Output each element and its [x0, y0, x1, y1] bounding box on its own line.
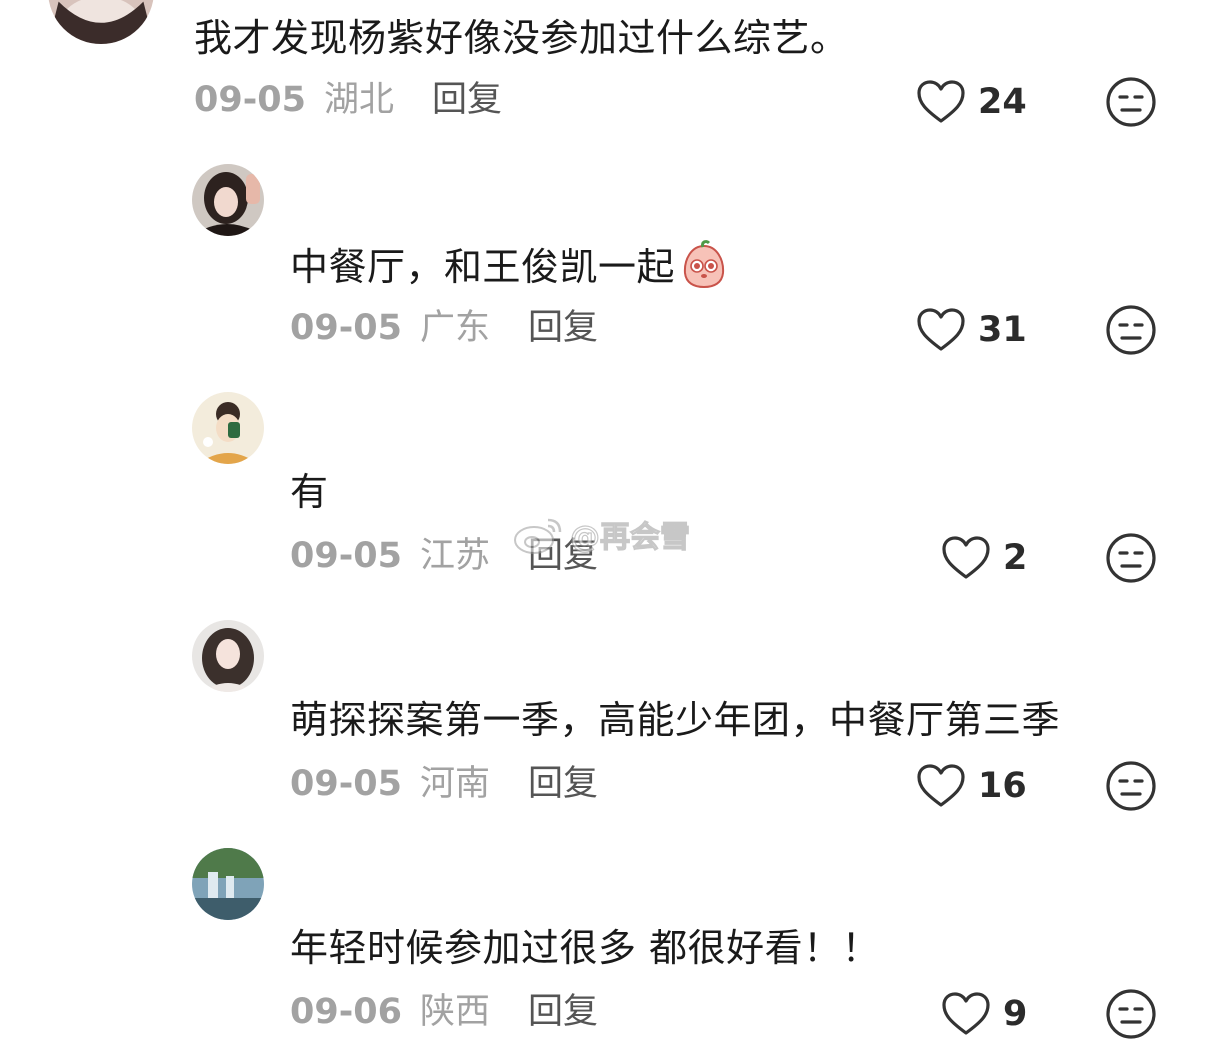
comment-text: 中餐厅，和王俊凯一起 — [290, 240, 729, 291]
like-count: 31 — [978, 310, 1027, 350]
watermark-text: @再会雪 — [569, 519, 690, 555]
comment-date: 09-05 — [290, 764, 402, 804]
comment-date: 09-05 — [290, 308, 402, 348]
meh-face-icon — [1106, 533, 1156, 583]
meh-face-icon — [1106, 77, 1156, 127]
reply-button[interactable]: 回复 — [528, 762, 598, 806]
like-button[interactable]: 9 — [941, 986, 1027, 1042]
comment-text: 我才发现杨紫好像没参加过什么综艺。 — [194, 16, 849, 60]
like-button[interactable]: 16 — [916, 758, 1027, 814]
avatar[interactable] — [48, 0, 154, 44]
weibo-icon — [514, 518, 562, 554]
dislike-button[interactable] — [1105, 76, 1157, 128]
comment-region: 陕西 — [420, 992, 491, 1032]
heart-outline-icon — [917, 764, 965, 807]
dislike-button[interactable] — [1105, 304, 1157, 356]
reply-button[interactable]: 回复 — [528, 306, 598, 350]
avatar[interactable] — [192, 392, 264, 464]
heart-outline-icon — [917, 80, 965, 123]
comment-region: 湖北 — [324, 80, 395, 120]
meh-face-icon — [1106, 761, 1156, 811]
heart-outline-icon — [917, 308, 965, 351]
reply-button[interactable]: 回复 — [432, 78, 502, 122]
like-count: 16 — [978, 766, 1027, 806]
dislike-button[interactable] — [1105, 532, 1157, 584]
meh-face-icon — [1106, 989, 1156, 1039]
comment-region: 河南 — [420, 764, 491, 804]
avatar[interactable] — [192, 620, 264, 692]
heart-outline-icon — [942, 992, 990, 1035]
comment-date: 09-05 — [194, 80, 306, 120]
peach-emoji-icon — [684, 240, 725, 289]
comment-region: 广东 — [420, 308, 491, 348]
watermark: @再会雪 — [512, 512, 691, 556]
like-count: 9 — [1003, 994, 1028, 1034]
avatar[interactable] — [192, 848, 264, 920]
dislike-button[interactable] — [1105, 988, 1157, 1040]
like-button[interactable]: 31 — [916, 302, 1027, 358]
avatar[interactable] — [192, 164, 264, 236]
reply-button[interactable]: 回复 — [528, 990, 598, 1034]
comment-text: 萌探探案第一季，高能少年团，中餐厅第三季 — [290, 698, 1061, 742]
like-count: 24 — [978, 82, 1027, 122]
comment-text: 有 — [290, 470, 329, 514]
like-button[interactable]: 24 — [916, 74, 1027, 130]
comment-region: 江苏 — [420, 536, 491, 576]
comment-text-content: 中餐厅，和王俊凯一起 — [290, 245, 676, 289]
like-button[interactable]: 2 — [941, 530, 1027, 586]
comment-date: 09-05 — [290, 536, 402, 576]
comment-text: 年轻时候参加过很多 都很好看！！ — [290, 926, 881, 970]
meh-face-icon — [1106, 305, 1156, 355]
comment-date: 09-06 — [290, 992, 402, 1032]
dislike-button[interactable] — [1105, 760, 1157, 812]
heart-outline-icon — [942, 536, 990, 579]
like-count: 2 — [1003, 538, 1028, 578]
